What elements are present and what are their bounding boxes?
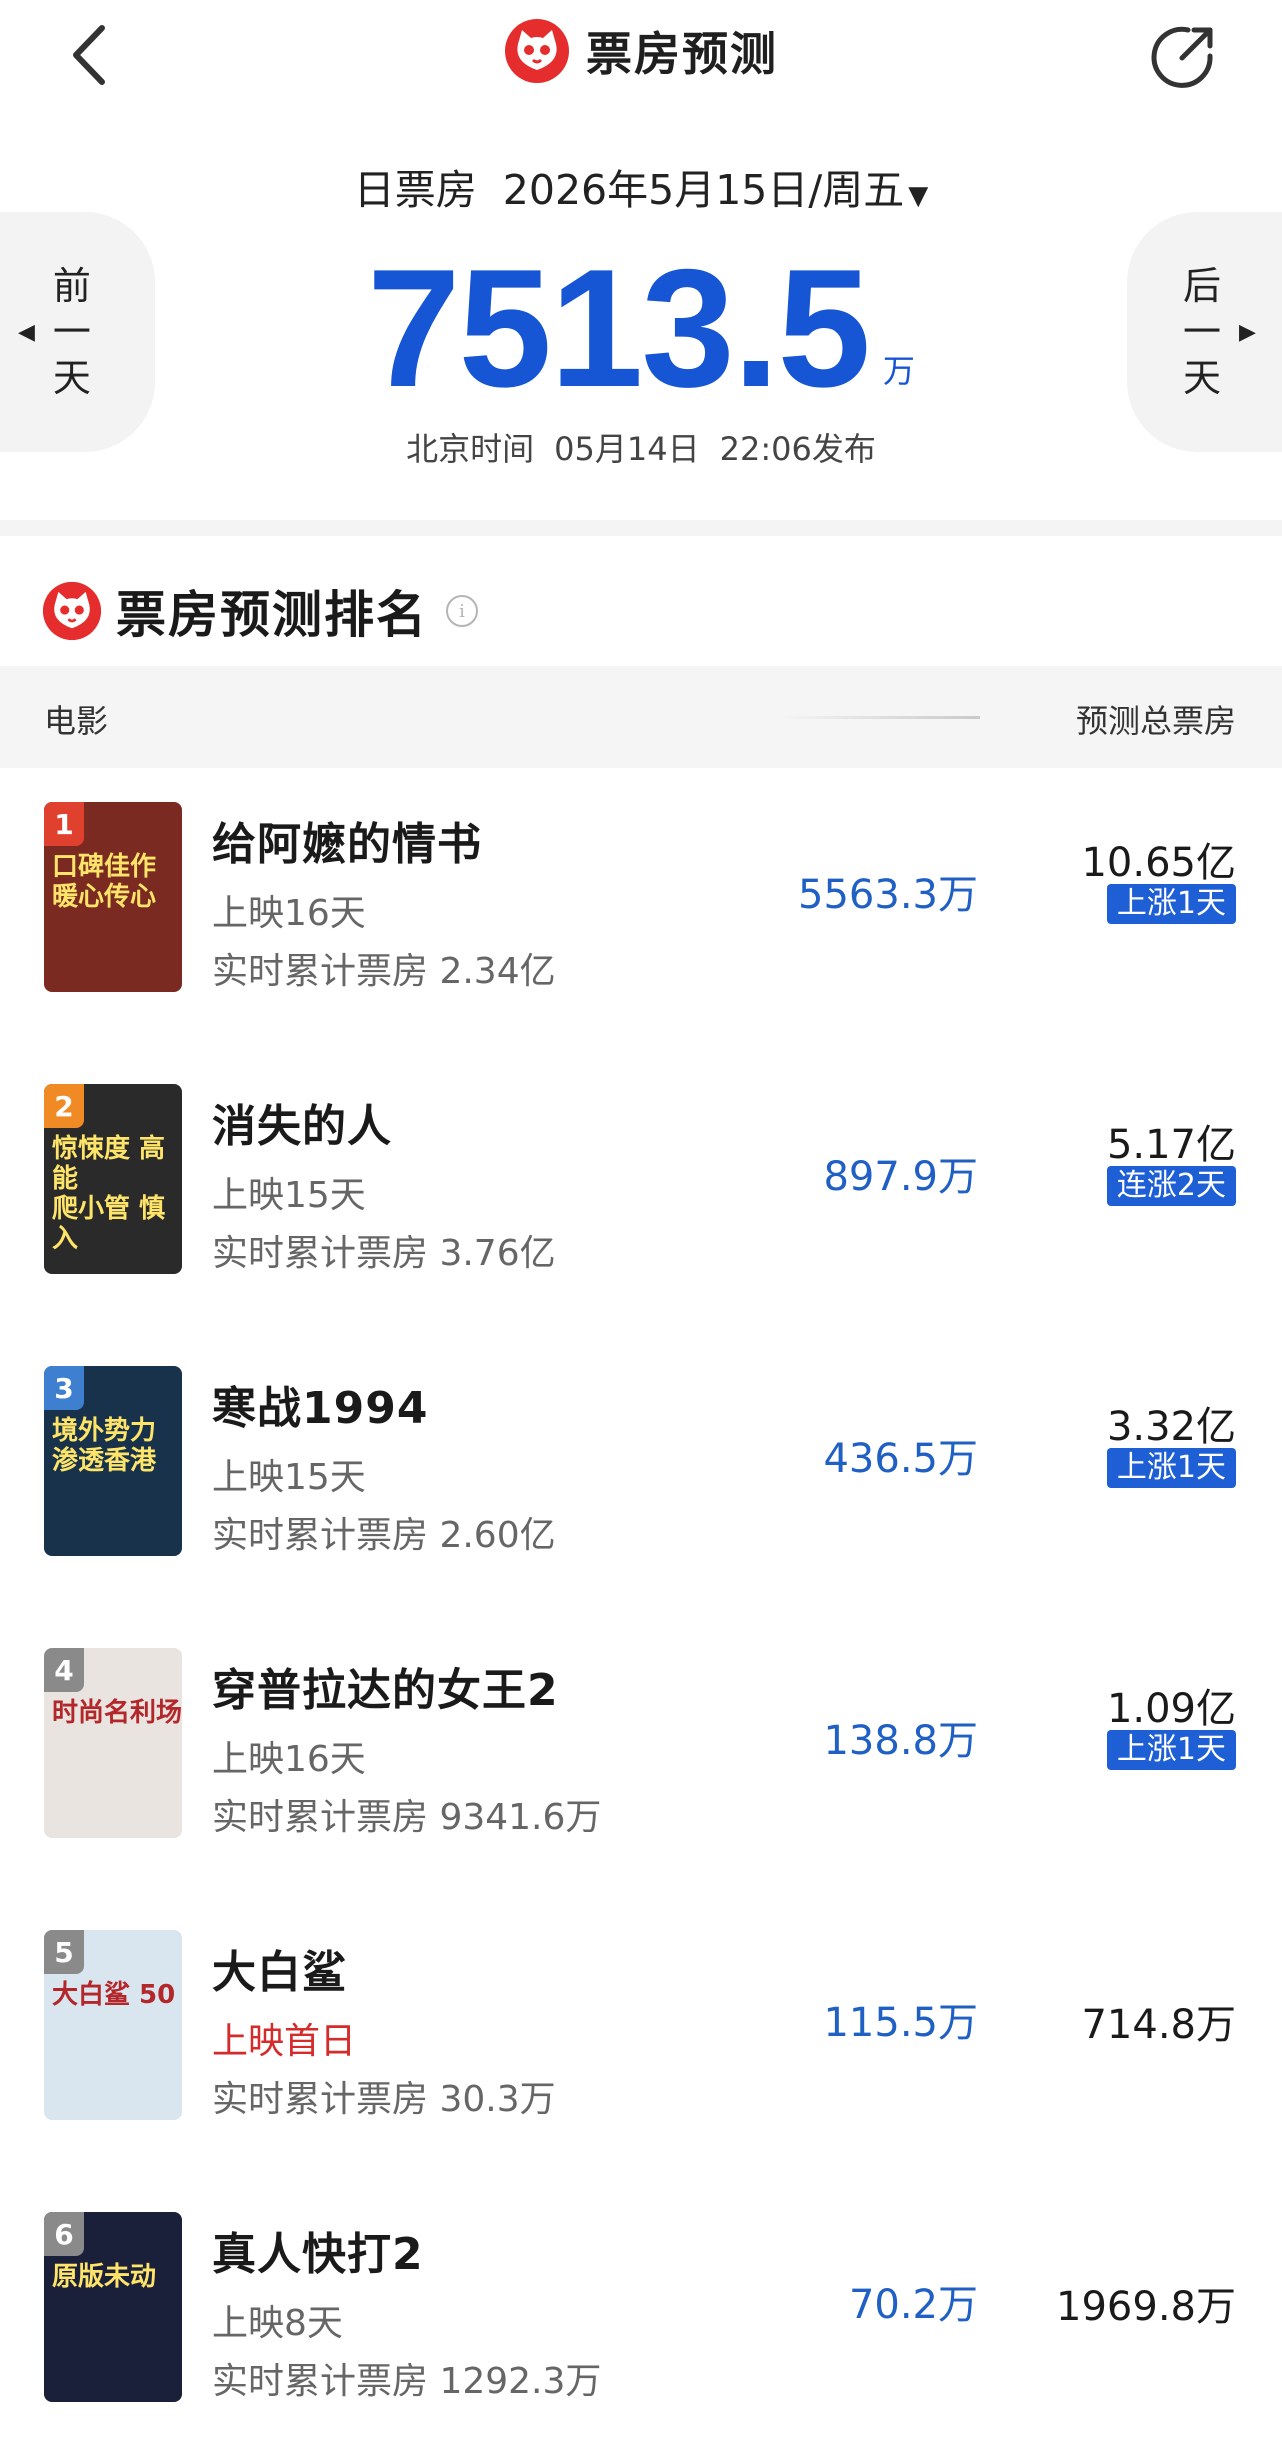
info-icon[interactable]: i	[446, 595, 478, 627]
poster-tagline: 惊悚度 高能 爬小管 慎入	[52, 1134, 166, 1254]
trend-badge: 上涨1天	[1106, 1730, 1236, 1770]
daily-total-value: 7513.5	[367, 234, 871, 422]
forecast-total: 1969.8万	[1056, 2284, 1236, 2330]
cumulative-box-office: 实时累计票房 2.60亿	[212, 1515, 556, 1556]
movie-row[interactable]: 口碑佳作 暖心传心 1 给阿嬷的情书 上映16天 实时累计票房 2.34亿 556…	[0, 768, 1282, 1050]
movie-title: 寒战1994	[212, 1383, 429, 1434]
cumulative-box-office: 实时累计票房 30.3万	[212, 2079, 556, 2120]
rank-badge: 1	[44, 802, 84, 846]
forecast-total: 1.09亿	[1106, 1686, 1236, 1732]
forecast-total: 714.8万	[1081, 2002, 1236, 2048]
maoyan-cat-logo-icon	[505, 19, 569, 83]
daily-forecast: 897.9万	[823, 1154, 978, 1200]
cumulative-box-office: 实时累计票房 1292.3万	[212, 2361, 602, 2402]
ranking-section-header: 票房预测排名 i	[42, 575, 478, 647]
movie-row[interactable]: 境外势力 渗透香港 3 寒战1994 上映15天 实时累计票房 2.60亿 436…	[0, 1332, 1282, 1614]
movie-poster[interactable]: 原版未动 6	[44, 2212, 182, 2402]
poster-tagline: 口碑佳作 暖心传心	[52, 852, 157, 912]
movie-title: 真人快打2	[212, 2229, 424, 2280]
caret-down-icon: ▼	[908, 181, 929, 211]
movie-title: 消失的人	[212, 1101, 392, 1152]
share-button[interactable]	[1148, 20, 1220, 92]
publish-info: 北京时间 05月14日 22:06发布	[0, 424, 1282, 470]
maoyan-cat-logo-icon	[42, 581, 102, 641]
rank-badge: 3	[44, 1366, 84, 1410]
box-office-type-label: 日票房	[353, 166, 477, 214]
poster-tagline: 境外势力 渗透香港	[52, 1416, 157, 1476]
header-title-group: 票房预测	[0, 18, 1282, 84]
rank-badge: 6	[44, 2212, 84, 2256]
page-title: 票房预测	[586, 27, 778, 81]
rank-badge: 5	[44, 1930, 84, 1974]
poster-tagline: 时尚名利场	[52, 1698, 182, 1728]
trend-badge: 连涨2天	[1106, 1166, 1236, 1206]
movie-row[interactable]: 大白鲨 50 5 大白鲨 上映首日 实时累计票房 30.3万 115.5万 714…	[0, 1896, 1282, 2178]
column-header-movie: 电影	[44, 702, 109, 740]
release-days: 上映15天	[212, 1175, 366, 1216]
daily-forecast: 436.5万	[823, 1436, 978, 1482]
daily-total-unit: 万	[882, 352, 915, 390]
publish-time: 22:06发布	[719, 430, 876, 468]
daily-forecast: 5563.3万	[798, 872, 978, 918]
trend-badge: 上涨1天	[1106, 1448, 1236, 1488]
ranking-section-title: 票房预测排名	[116, 586, 428, 644]
rank-badge: 4	[44, 1648, 84, 1692]
forecast-total: 3.32亿	[1106, 1404, 1236, 1450]
cumulative-box-office: 实时累计票房 9341.6万	[212, 1797, 602, 1838]
movie-poster[interactable]: 时尚名利场 4	[44, 1648, 182, 1838]
movie-poster[interactable]: 境外势力 渗透香港 3	[44, 1366, 182, 1556]
movie-row[interactable]: 原版未动 6 真人快打2 上映8天 实时累计票房 1292.3万 70.2万 19…	[0, 2178, 1282, 2460]
movie-row[interactable]: 惊悚度 高能 爬小管 慎入 2 消失的人 上映15天 实时累计票房 3.76亿 8…	[0, 1050, 1282, 1332]
top-bar: 票房预测	[0, 0, 1282, 110]
column-header-divider	[780, 716, 980, 719]
poster-tagline: 原版未动	[52, 2262, 157, 2292]
movie-poster[interactable]: 口碑佳作 暖心传心 1	[44, 802, 182, 992]
daily-forecast: 138.8万	[823, 1718, 978, 1764]
movie-poster[interactable]: 大白鲨 50 5	[44, 1930, 182, 2120]
selected-date: 2026年5月15日/周五 ▼	[502, 166, 929, 214]
date-selector[interactable]: 日票房 2026年5月15日/周五 ▼	[0, 156, 1282, 216]
forecast-total: 10.65亿	[1081, 840, 1236, 886]
movie-poster[interactable]: 惊悚度 高能 爬小管 慎入 2	[44, 1084, 182, 1274]
publish-timezone: 北京时间	[406, 430, 535, 468]
daily-forecast: 115.5万	[823, 2000, 978, 2046]
column-header-total[interactable]: 预测总票房	[1076, 696, 1236, 742]
cumulative-box-office: 实时累计票房 2.34亿	[212, 951, 556, 992]
daily-total-forecast: 7513.5 万	[0, 234, 1282, 422]
table-header: 电影 预测总票房	[0, 666, 1282, 768]
movie-title: 给阿嬷的情书	[212, 819, 482, 870]
release-days: 上映16天	[212, 893, 366, 934]
trend-badge: 上涨1天	[1106, 884, 1236, 924]
movie-title: 大白鲨	[212, 1947, 347, 1998]
daily-forecast: 70.2万	[848, 2282, 978, 2328]
release-days: 上映8天	[212, 2303, 343, 2344]
release-days: 上映15天	[212, 1457, 366, 1498]
share-icon	[1151, 26, 1213, 88]
section-divider	[0, 520, 1282, 536]
rank-badge: 2	[44, 1084, 84, 1128]
publish-date: 05月14日	[554, 430, 700, 468]
release-days: 上映16天	[212, 1739, 366, 1780]
cumulative-box-office: 实时累计票房 3.76亿	[212, 1233, 556, 1274]
forecast-total: 5.17亿	[1106, 1122, 1236, 1168]
release-days: 上映首日	[212, 2021, 357, 2062]
poster-tagline: 大白鲨 50	[52, 1980, 176, 2010]
movie-title: 穿普拉达的女王2	[212, 1665, 559, 1716]
movie-row[interactable]: 时尚名利场 4 穿普拉达的女王2 上映16天 实时累计票房 9341.6万 138…	[0, 1614, 1282, 1896]
